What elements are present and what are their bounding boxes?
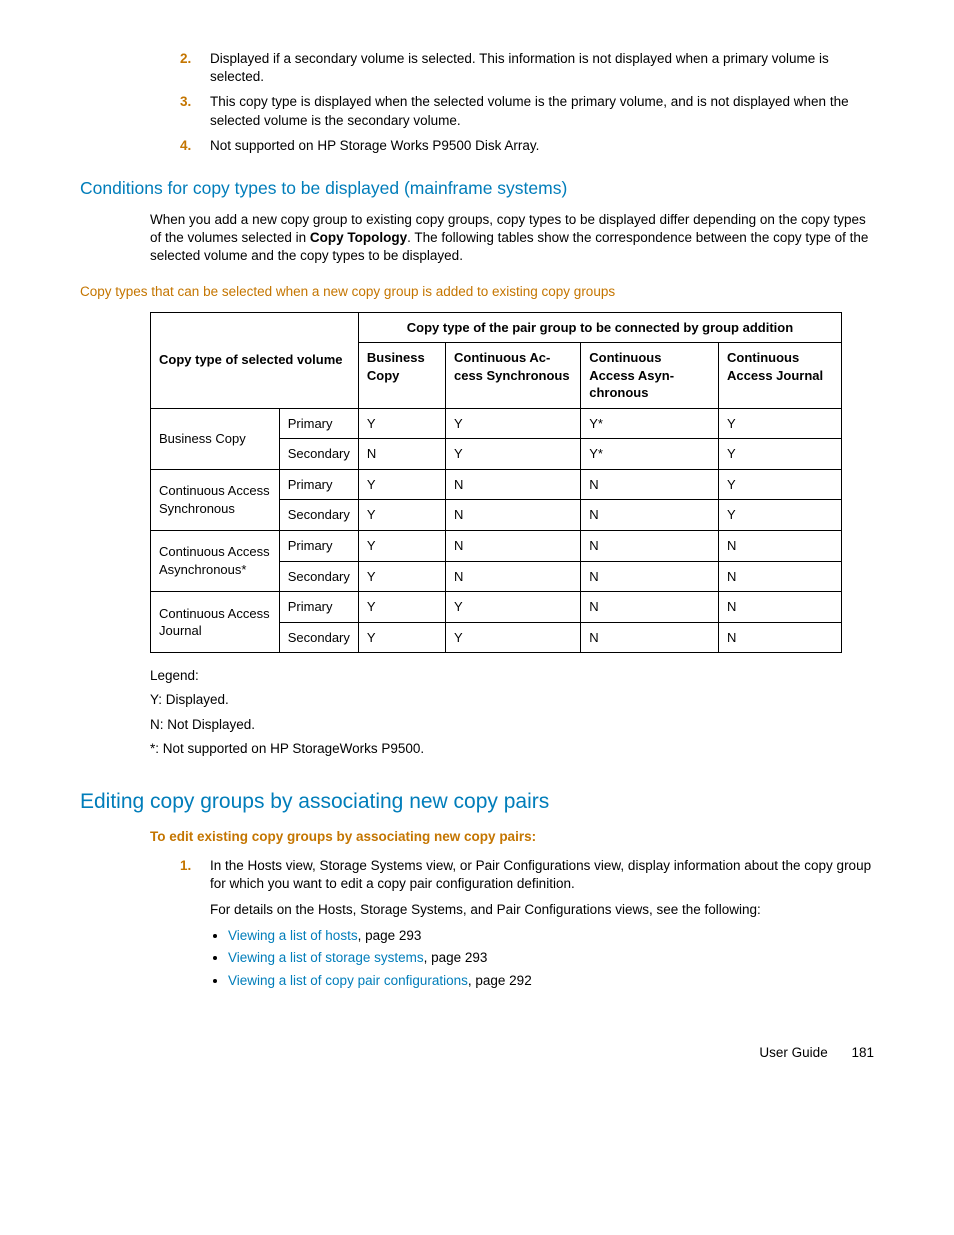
cell-value: N xyxy=(719,561,842,592)
cell-value: N xyxy=(719,622,842,653)
row-subkey: Secondary xyxy=(279,439,358,470)
numbered-item: 3.This copy type is displayed when the s… xyxy=(180,93,874,129)
cell-value: Y xyxy=(445,622,580,653)
cell-value: Y* xyxy=(581,439,719,470)
row-subkey: Secondary xyxy=(279,500,358,531)
cell-value: Y xyxy=(358,408,445,439)
row-subkey: Primary xyxy=(279,408,358,439)
row-subkey: Primary xyxy=(279,530,358,561)
cell-value: N xyxy=(581,469,719,500)
numbered-item: 4.Not supported on HP Storage Works P950… xyxy=(180,137,874,155)
cell-value: N xyxy=(581,561,719,592)
col-header-span: Copy type of the pair group to be connec… xyxy=(358,312,841,343)
cell-value: Y xyxy=(445,439,580,470)
cell-value: Y xyxy=(445,408,580,439)
legend-n: N: Not Displayed. xyxy=(150,716,874,734)
column-header: Business Copy xyxy=(358,343,445,409)
cross-reference-link[interactable]: Viewing a list of storage systems xyxy=(228,950,424,965)
cell-value: Y xyxy=(358,500,445,531)
step-body: In the Hosts view, Storage Systems view,… xyxy=(210,857,874,994)
step-text: In the Hosts view, Storage Systems view,… xyxy=(210,858,871,891)
legend-y: Y: Displayed. xyxy=(150,691,874,709)
row-header-span: Copy type of selected volume xyxy=(151,312,359,408)
list-item: Viewing a list of storage systems, page … xyxy=(228,949,874,967)
row-label: Continuous Ac­cess Asynchron­ous* xyxy=(151,530,280,591)
legend-star: *: Not supported on HP StorageWorks P950… xyxy=(150,740,874,758)
cell-value: Y xyxy=(358,592,445,623)
cell-value: Y xyxy=(358,469,445,500)
row-subkey: Primary xyxy=(279,592,358,623)
step-subpara: For details on the Hosts, Storage System… xyxy=(210,901,874,919)
list-item: Viewing a list of copy pair configuratio… xyxy=(228,972,874,990)
procedure-heading: To edit existing copy groups by associat… xyxy=(150,828,874,846)
link-suffix: , page 293 xyxy=(358,928,422,943)
item-number: 2. xyxy=(180,50,210,86)
procedure-steps: 1. In the Hosts view, Storage Systems vi… xyxy=(80,857,874,994)
table-row: Business CopyPrimaryYYY*Y xyxy=(151,408,842,439)
column-header: Continuous Ac­cess Synchron­ous xyxy=(445,343,580,409)
column-header: Continuous Access Asyn­chronous xyxy=(581,343,719,409)
item-text: Displayed if a secondary volume is selec… xyxy=(210,50,874,86)
cell-value: Y xyxy=(719,408,842,439)
table-caption: Copy types that can be selected when a n… xyxy=(80,283,874,301)
cell-value: N xyxy=(581,530,719,561)
procedure-step-1: 1. In the Hosts view, Storage Systems vi… xyxy=(180,857,874,994)
cell-value: Y xyxy=(358,622,445,653)
cell-value: N xyxy=(581,622,719,653)
cell-value: Y xyxy=(358,561,445,592)
step-number: 1. xyxy=(180,857,210,994)
page-footer: User Guide 181 xyxy=(80,1044,874,1062)
link-suffix: , page 293 xyxy=(424,950,488,965)
legend-heading: Legend: xyxy=(150,667,874,685)
cell-value: N xyxy=(445,561,580,592)
item-number: 4. xyxy=(180,137,210,155)
cell-value: Y xyxy=(719,469,842,500)
cell-value: Y xyxy=(719,439,842,470)
copy-types-table: Copy type of selected volumeCopy type of… xyxy=(150,312,842,654)
cell-value: Y xyxy=(719,500,842,531)
row-label: Continuous Ac­cess Synchron­ous xyxy=(151,469,280,530)
row-subkey: Secondary xyxy=(279,561,358,592)
item-text: This copy type is displayed when the sel… xyxy=(210,93,874,129)
list-item: Viewing a list of hosts, page 293 xyxy=(228,927,874,945)
table-row: Continuous Ac­cess Synchron­ousPrimaryYN… xyxy=(151,469,842,500)
link-bullet-list: Viewing a list of hosts, page 293Viewing… xyxy=(210,927,874,990)
cell-value: N xyxy=(445,500,580,531)
cell-value: N xyxy=(581,592,719,623)
footer-page-number: 181 xyxy=(851,1045,874,1060)
cross-reference-link[interactable]: Viewing a list of hosts xyxy=(228,928,358,943)
cell-value: Y xyxy=(445,592,580,623)
bold-copy-topology: Copy Topology xyxy=(310,230,407,245)
cell-value: N xyxy=(445,469,580,500)
section-heading-editing: Editing copy groups by associating new c… xyxy=(80,788,874,816)
cell-value: N xyxy=(719,530,842,561)
numbered-item: 2.Displayed if a secondary volume is sel… xyxy=(180,50,874,86)
column-header: Continuous Access Journ­al xyxy=(719,343,842,409)
numbered-list-continued: 2.Displayed if a secondary volume is sel… xyxy=(80,50,874,155)
section-heading-conditions: Conditions for copy types to be displaye… xyxy=(80,177,874,201)
row-label: Business Copy xyxy=(151,408,280,469)
link-suffix: , page 292 xyxy=(468,973,532,988)
item-text: Not supported on HP Storage Works P9500 … xyxy=(210,137,874,155)
cell-value: Y* xyxy=(581,408,719,439)
row-subkey: Secondary xyxy=(279,622,358,653)
cell-value: Y xyxy=(358,530,445,561)
footer-label: User Guide xyxy=(759,1045,827,1060)
table-row: Continuous Ac­cess JournalPrimaryYYNN xyxy=(151,592,842,623)
table-row: Continuous Ac­cess Asynchron­ous*Primary… xyxy=(151,530,842,561)
cell-value: N xyxy=(581,500,719,531)
section-intro-paragraph: When you add a new copy group to existin… xyxy=(150,211,874,266)
cell-value: N xyxy=(358,439,445,470)
cell-value: N xyxy=(719,592,842,623)
item-number: 3. xyxy=(180,93,210,129)
row-label: Continuous Ac­cess Journal xyxy=(151,592,280,653)
cross-reference-link[interactable]: Viewing a list of copy pair configuratio… xyxy=(228,973,468,988)
cell-value: N xyxy=(445,530,580,561)
row-subkey: Primary xyxy=(279,469,358,500)
